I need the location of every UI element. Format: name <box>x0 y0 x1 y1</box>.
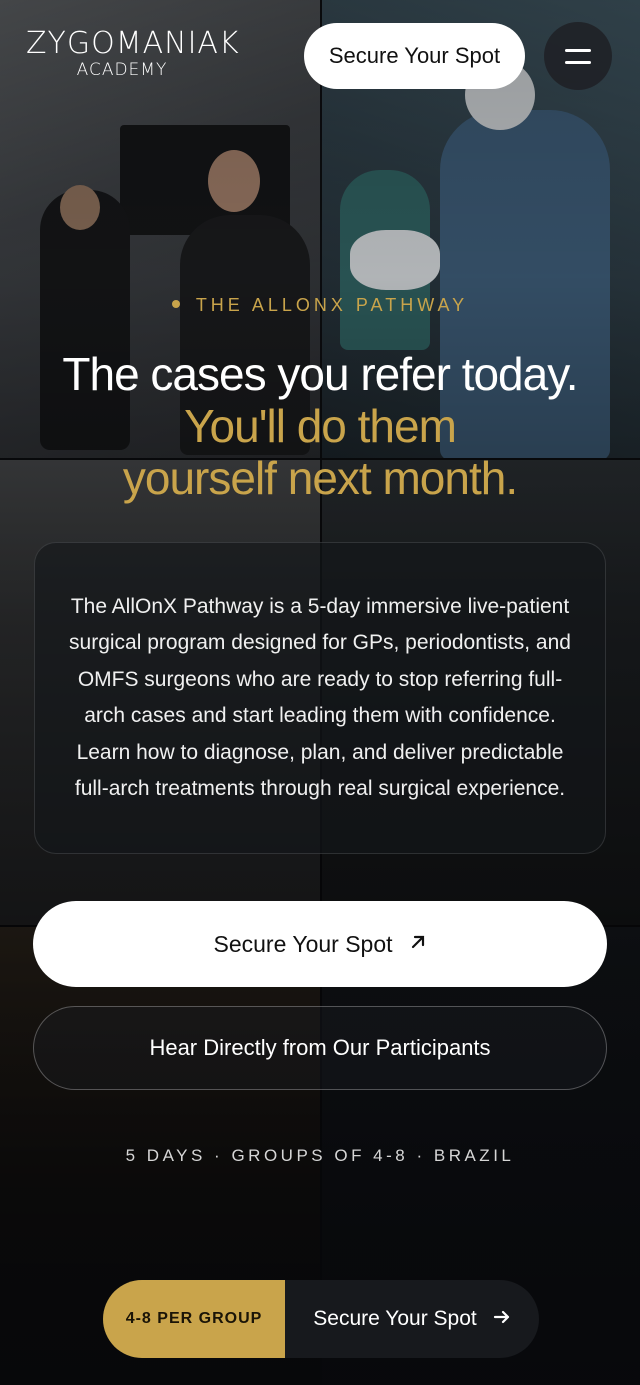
hero-headline: The cases you refer today. You'll do the… <box>20 348 620 504</box>
participants-testimonials-button[interactable]: Hear Directly from Our Participants <box>33 1006 607 1090</box>
secure-spot-label: Secure Your Spot <box>213 930 393 957</box>
secure-spot-button[interactable]: Secure Your Spot <box>33 901 607 987</box>
menu-button[interactable] <box>544 22 612 90</box>
sticky-secure-spot-button[interactable]: Secure Your Spot <box>285 1280 539 1358</box>
sticky-secure-spot-label: Secure Your Spot <box>313 1307 477 1330</box>
sticky-cta-bar: 4-8 PER GROUP Secure Your Spot <box>103 1280 539 1358</box>
eyebrow-text: THE ALLONX PATHWAY <box>195 295 469 315</box>
program-meta: 5 DAYS · GROUPS OF 4-8 · BRAZIL <box>125 1146 515 1165</box>
headline-line-2: You'll do them <box>184 400 457 452</box>
site-header: ZYGOMANIAK ACADEMY Secure Your Spot <box>0 0 640 110</box>
academy-logo[interactable]: ZYGOMANIAK ACADEMY <box>26 26 240 81</box>
logo-subtitle: ACADEMY <box>76 60 168 80</box>
headline-line-3: yourself next month. <box>122 452 518 504</box>
eyebrow-dot-icon <box>171 300 180 309</box>
hamburger-icon <box>565 48 591 52</box>
program-description: The AllOnX Pathway is a 5-day immersive … <box>69 594 571 801</box>
header-secure-spot-button[interactable]: Secure Your Spot <box>304 23 525 89</box>
logo-wordmark: ZYGOMANIAK <box>26 26 240 61</box>
arrow-right-icon <box>493 1307 511 1331</box>
hero-eyebrow: THE ALLONX PATHWAY <box>0 295 640 316</box>
headline-line-1: The cases you refer today. <box>62 348 578 400</box>
program-description-card: The AllOnX Pathway is a 5-day immersive … <box>34 542 606 854</box>
arrow-up-right-icon <box>409 931 427 957</box>
hamburger-icon-bar <box>565 60 591 64</box>
group-size-badge: 4-8 PER GROUP <box>103 1280 285 1358</box>
